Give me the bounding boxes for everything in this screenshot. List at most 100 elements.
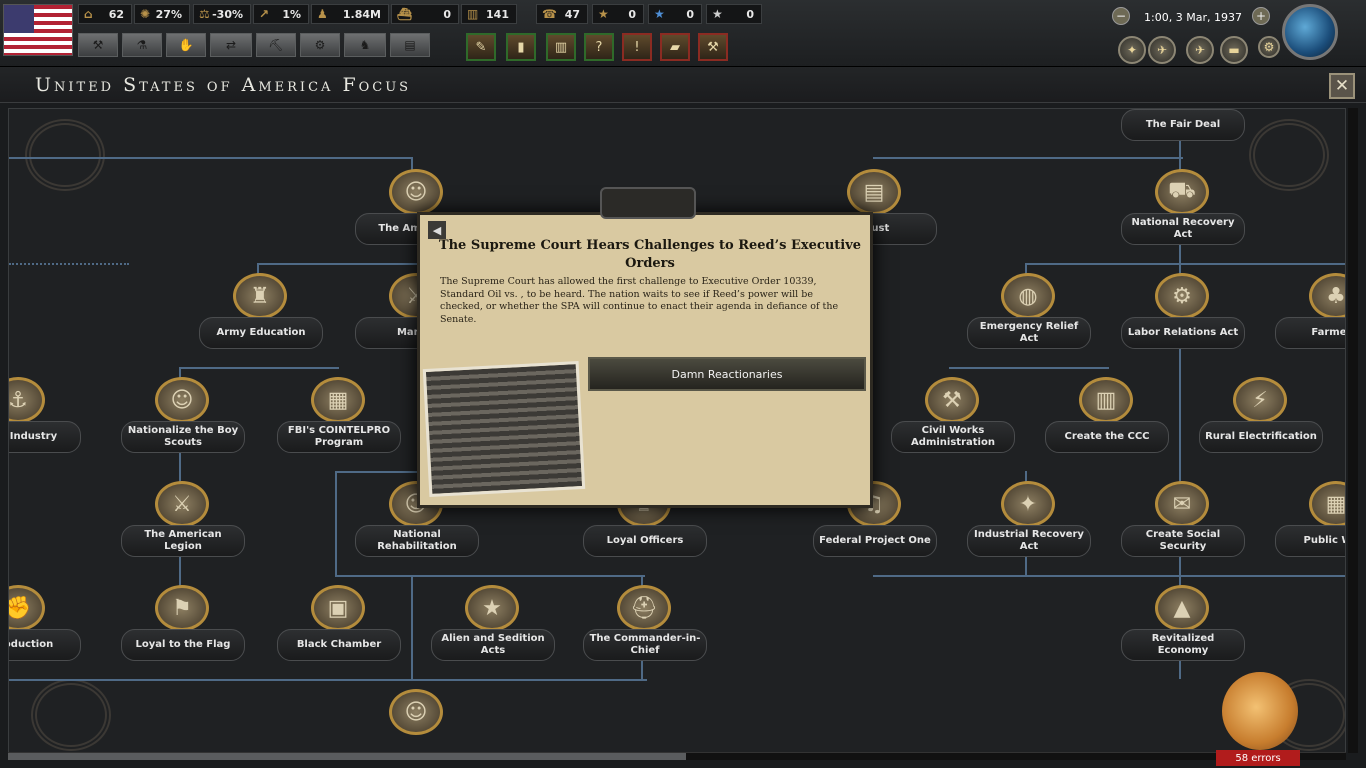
focus-node[interactable]: ⚑ Loyal to the Flag: [113, 585, 245, 661]
settings-icon: ⚙: [1263, 40, 1275, 54]
dog-mascot-icon[interactable]: [1222, 672, 1298, 750]
scrollbar-thumb[interactable]: [8, 753, 686, 760]
vertical-scrollbar[interactable]: [1348, 108, 1358, 753]
focus-node[interactable]: ▣ Black Chamber: [269, 585, 401, 661]
focus-label: Loyal Officers: [583, 525, 707, 557]
focus-node[interactable]: ☺ Nationalize the Boy Scouts: [113, 377, 245, 453]
quick-button-5[interactable]: ⚙: [1258, 36, 1280, 58]
command-power-counter[interactable]: ↗ 1%: [253, 4, 309, 24]
alert-industry-button[interactable]: ▥: [546, 33, 576, 61]
logistics-icon: ▤: [404, 38, 416, 52]
quick-button-3[interactable]: ✈: [1186, 36, 1214, 64]
typewriter-icon: ▦: [311, 377, 365, 423]
focus-node[interactable]: ⚔ The American Legion: [113, 481, 245, 557]
political-power-counter[interactable]: ⌂ 62: [78, 4, 132, 24]
focus-node[interactable]: ⚒ Civil Works Administration: [883, 377, 1015, 453]
focus-node[interactable]: ◆The Fair Deal: [1113, 109, 1245, 141]
chart-alert-icon: ▮: [517, 39, 525, 55]
command-power-icon: ↗: [259, 7, 270, 21]
focus-node[interactable]: ⚓time Industry: [9, 377, 81, 453]
construction-tab-button[interactable]: ⛏: [256, 33, 296, 57]
focus-node[interactable]: ▦Public Work: [1267, 481, 1345, 557]
document-icon: ▤: [847, 169, 901, 215]
focus-node[interactable]: ▲ Revitalized Economy: [1113, 585, 1245, 661]
focus-node[interactable]: ⛟ National Recovery Act: [1113, 169, 1245, 245]
alert-focus-button[interactable]: ✎: [466, 33, 496, 61]
alert-unknown-button[interactable]: ?: [584, 33, 614, 61]
quick-button-1[interactable]: ✦: [1118, 36, 1146, 64]
truck-icon: ⛟: [1155, 169, 1209, 215]
red-star-icon: ★: [465, 585, 519, 631]
focus-node[interactable]: ✊l Production: [9, 585, 81, 661]
focus-node[interactable]: ⛑ The Commander-in-Chief: [575, 585, 707, 661]
quick-button-2[interactable]: ✈: [1148, 36, 1176, 64]
focus-label: FBI's COINTELPRO Program: [277, 421, 401, 453]
event-option-button[interactable]: Damn Reactionaries: [588, 357, 866, 391]
government-tab-button[interactable]: ⚒: [78, 33, 118, 57]
recruit-tab-button[interactable]: ♞: [344, 33, 386, 57]
focus-node[interactable]: ★ Alien and Sedition Acts: [423, 585, 555, 661]
fuel-icon: ☎: [542, 7, 557, 21]
alert-law-button[interactable]: ⚒: [698, 33, 728, 61]
manpower-counter[interactable]: ♟ 1.84M: [311, 4, 389, 24]
focus-label: Create Social Security: [1121, 525, 1245, 557]
recruit-icon: ♞: [359, 38, 371, 52]
trade-tab-button[interactable]: ⇄: [210, 33, 252, 57]
close-button[interactable]: ✕: [1329, 73, 1355, 99]
quick-button-4[interactable]: ▬: [1220, 36, 1248, 64]
army-xp-counter[interactable]: ★ 0: [592, 4, 644, 24]
focus-node[interactable]: ⚙ Labor Relations Act: [1113, 273, 1245, 349]
top-bar: ⌂ 62 ✺ 27% ⚖ -30% ↗ 1% ♟ 1.84M ⛴ 0 ▥ 141 ☎ 47 ★ 0…: [0, 0, 1366, 67]
research-tab-button[interactable]: ⚗: [122, 33, 162, 57]
focus-node[interactable]: ◍ Emergency Relief Act: [959, 273, 1091, 349]
game-date[interactable]: 1:00, 3 Mar, 1937: [1120, 8, 1266, 26]
power-plant-icon: ⚡: [1233, 377, 1287, 423]
stability-counter[interactable]: ✺ 27%: [134, 4, 190, 24]
event-title: The Supreme Court Hears Challenges to Re…: [438, 238, 862, 271]
focus-label: Rural Electrification: [1199, 421, 1323, 453]
event-description: The Supreme Court has allowed the first …: [440, 276, 839, 325]
horizontal-scrollbar[interactable]: [8, 752, 1346, 760]
war-support-counter[interactable]: ⚖ -30%: [193, 4, 251, 24]
focus-label: Alien and Sedition Acts: [431, 629, 555, 661]
convoys-counter[interactable]: ⛴ 0: [391, 4, 459, 24]
focus-node[interactable]: ▥ Create the CCC: [1037, 377, 1169, 453]
tree-line: [9, 679, 647, 681]
flag-swords-icon: ⚔: [155, 481, 209, 527]
supply-alert-icon: !: [634, 39, 640, 55]
tree-line: [257, 263, 417, 265]
production-tab-button[interactable]: ⚙: [300, 33, 340, 57]
focus-node[interactable]: ☺: [347, 689, 477, 749]
factory-alert-icon: ▥: [554, 39, 568, 55]
focus-node[interactable]: ✉ Create Social Security: [1113, 481, 1245, 557]
compass-icon: ✦: [1126, 43, 1138, 57]
error-counter[interactable]: 58 errors: [1216, 750, 1300, 766]
tree-line: [949, 367, 1109, 369]
globe-mapmode-icon[interactable]: [1282, 4, 1338, 60]
speed-up-button[interactable]: +: [1252, 7, 1270, 25]
focus-label: The Fair Deal: [1121, 109, 1245, 141]
usa-flag-icon[interactable]: [3, 4, 73, 56]
government-icon: ⚒: [92, 38, 104, 52]
diplomacy-tab-button[interactable]: ✋: [166, 33, 206, 57]
alert-equipment-button[interactable]: ▰: [660, 33, 690, 61]
close-icon: ✕: [1334, 76, 1350, 96]
focus-node[interactable]: ⚡ Rural Electrification: [1191, 377, 1323, 453]
workers-icon: ⚒: [925, 377, 979, 423]
logistics-tab-button[interactable]: ▤: [390, 33, 430, 57]
focus-node[interactable]: ♜ Army Education: [191, 273, 323, 349]
alert-supply-button[interactable]: !: [622, 33, 652, 61]
fuel-counter[interactable]: ☎ 47: [536, 4, 588, 24]
factories-counter[interactable]: ▥ 141: [461, 4, 517, 24]
focus-node[interactable]: ♣Farmer R: [1267, 273, 1345, 349]
tree-line: [9, 157, 413, 159]
event-window: ◀ The Supreme Court Hears Challenges to …: [417, 187, 873, 508]
navy-xp-icon: ★: [654, 7, 665, 21]
bread-icon: ◍: [1001, 273, 1055, 319]
alert-economy-button[interactable]: ▮: [506, 33, 536, 61]
focus-node[interactable]: ▦ FBI's COINTELPRO Program: [269, 377, 401, 453]
air-xp-counter[interactable]: ★ 0: [706, 4, 762, 24]
focus-node[interactable]: ✦ Industrial Recovery Act: [959, 481, 1091, 557]
corner-ornament-icon: [31, 679, 111, 751]
navy-xp-counter[interactable]: ★ 0: [648, 4, 702, 24]
